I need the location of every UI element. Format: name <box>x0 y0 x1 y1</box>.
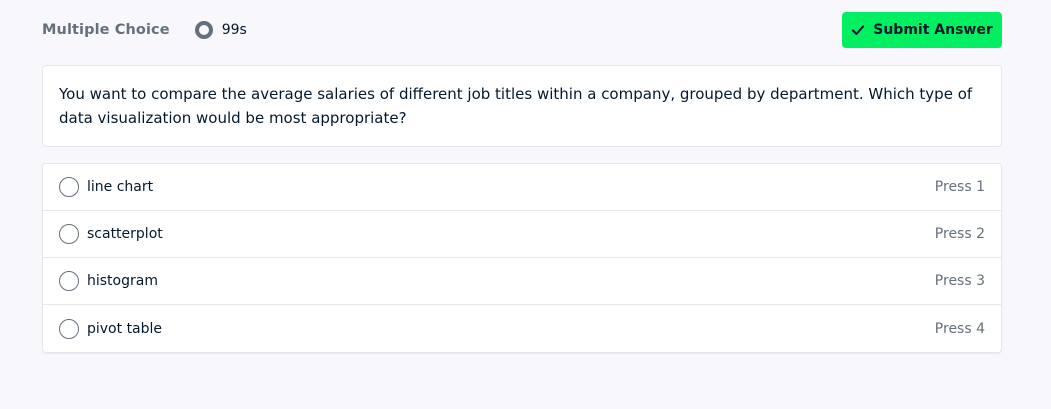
question-card: You want to compare the average salaries… <box>42 65 1002 147</box>
option-line-chart[interactable]: line chart Press 1 <box>43 164 1001 211</box>
quiz-page: Multiple Choice 99s Submit Answer You wa… <box>0 0 1051 409</box>
option-label: scatterplot <box>87 226 163 242</box>
timer: 99s <box>194 20 247 40</box>
quiz-header: Multiple Choice 99s Submit Answer <box>42 12 1002 48</box>
option-label: pivot table <box>87 320 163 337</box>
radio-button[interactable] <box>59 271 79 291</box>
keyboard-shortcut-hint: Press 1 <box>934 179 985 195</box>
radio-button[interactable] <box>59 177 79 197</box>
checkmark-icon <box>851 23 865 37</box>
answer-options: line chart Press 1 scatterplot Press 2 h… <box>42 163 1002 353</box>
keyboard-shortcut-hint: Press 2 <box>934 226 985 242</box>
submit-answer-button[interactable]: Submit Answer <box>842 12 1002 48</box>
option-label: histogram <box>87 273 158 289</box>
option-label: line chart <box>87 179 154 195</box>
progress-ring-icon <box>194 20 214 40</box>
option-histogram[interactable]: histogram Press 3 <box>43 258 1001 305</box>
option-scatterplot[interactable]: scatterplot Press 2 <box>43 211 1001 258</box>
timer-value: 99s <box>221 22 247 38</box>
submit-answer-label: Submit Answer <box>873 22 993 38</box>
option-pivot-table[interactable]: pivot table Press 4 <box>43 305 1001 352</box>
radio-button[interactable] <box>59 224 79 244</box>
radio-button[interactable] <box>59 318 79 339</box>
question-type-label: Multiple Choice <box>42 22 170 38</box>
keyboard-shortcut-hint: Press 3 <box>934 273 985 289</box>
keyboard-shortcut-hint: Press 4 <box>934 320 985 337</box>
question-text: You want to compare the average salaries… <box>59 85 973 127</box>
